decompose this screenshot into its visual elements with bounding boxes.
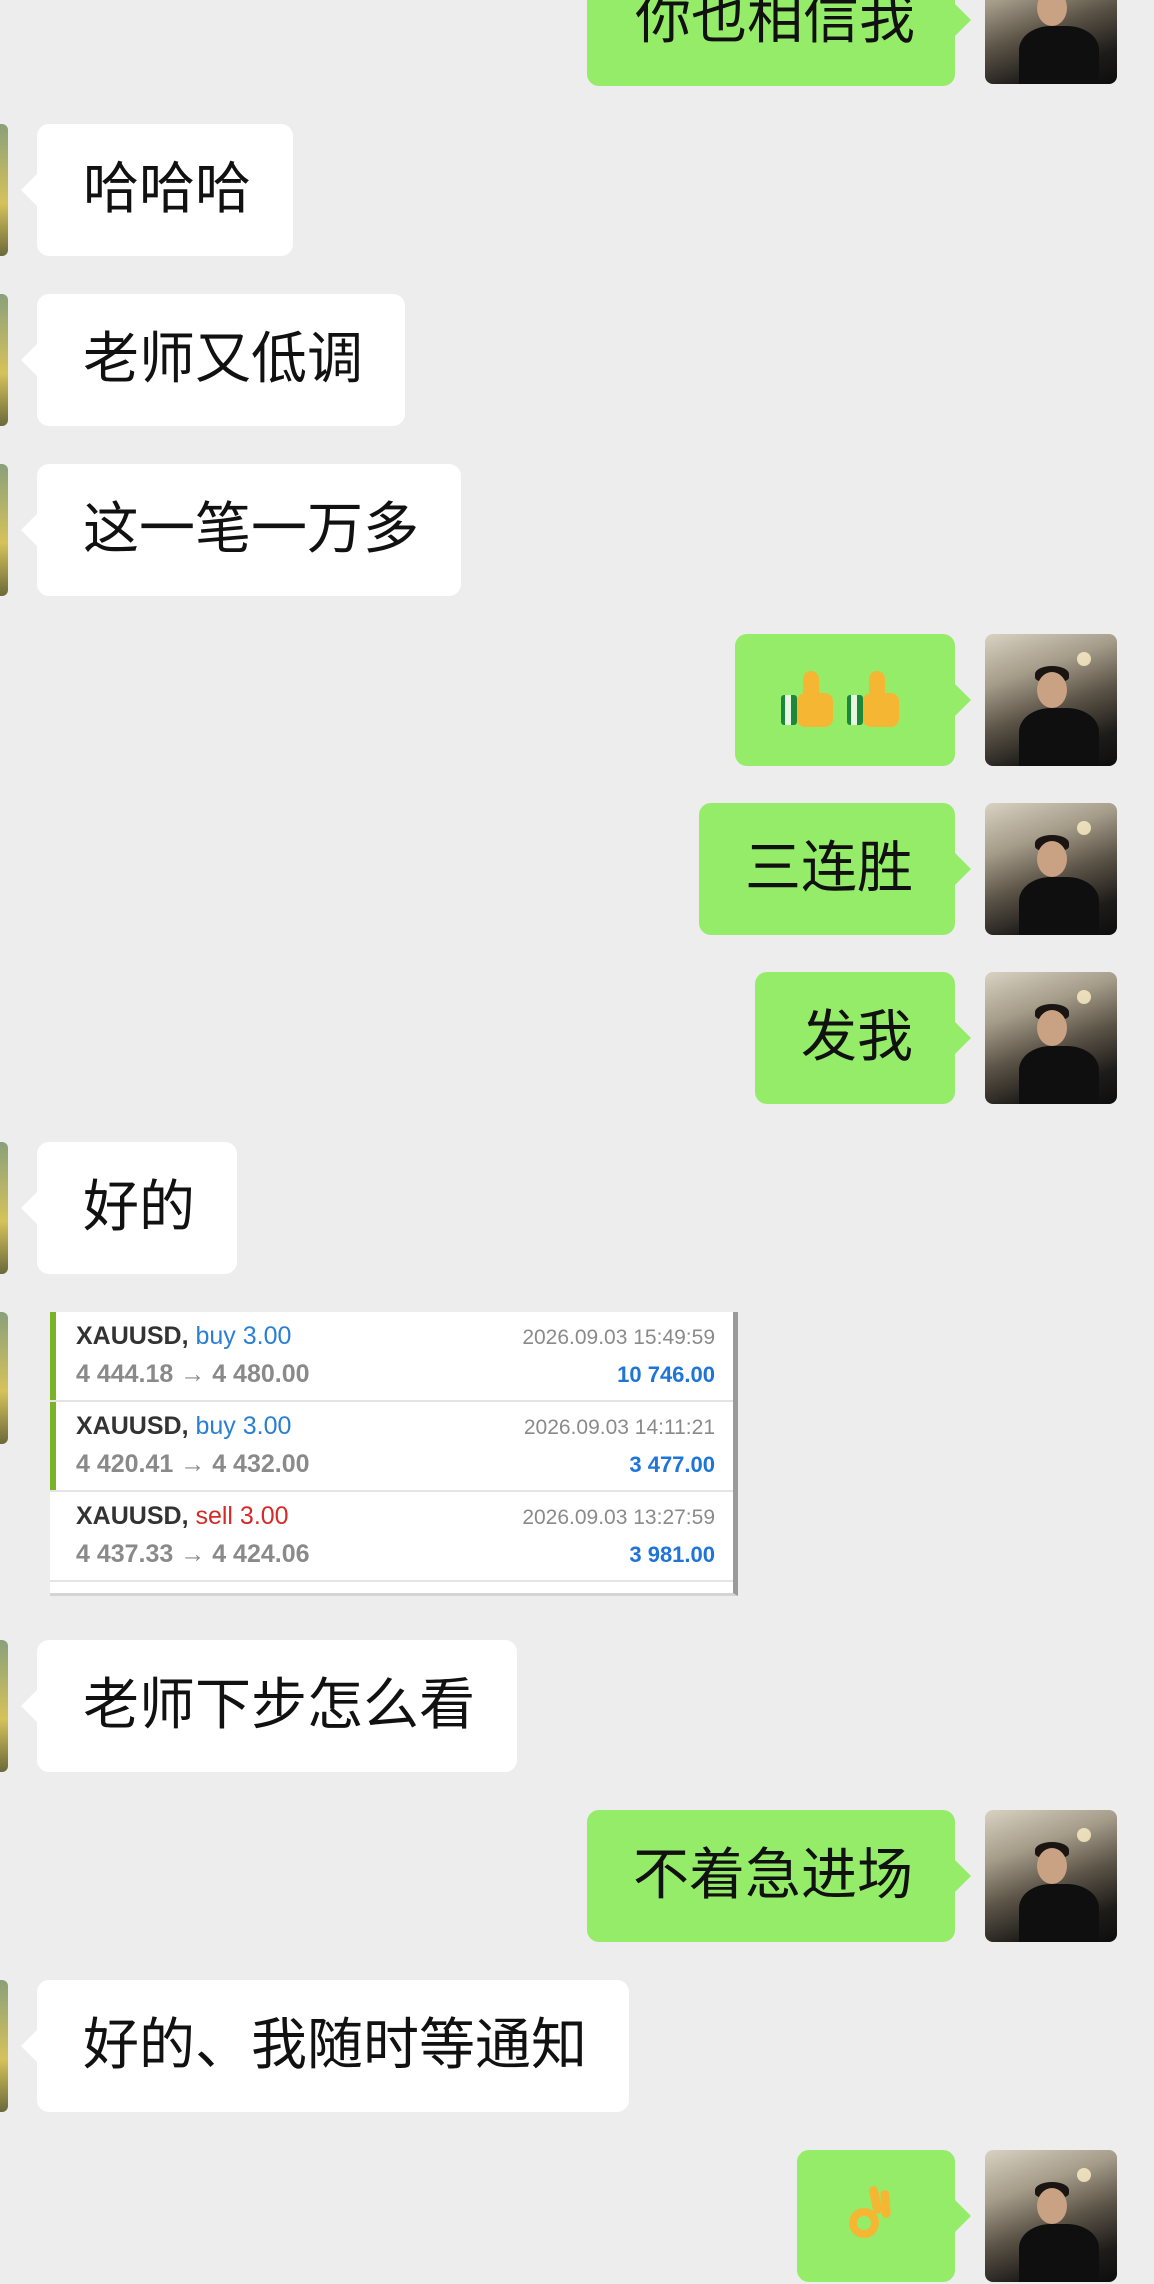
message-bubble-outgoing[interactable]: 你也相信我 xyxy=(587,0,971,86)
contact-avatar[interactable] xyxy=(0,124,8,256)
self-avatar[interactable] xyxy=(985,634,1117,766)
message-text: 这一笔一万多 xyxy=(83,497,419,562)
self-avatar[interactable] xyxy=(985,1810,1117,1942)
message-bubble-incoming[interactable]: 好的 xyxy=(21,1142,237,1274)
message-text: 你也相信我 xyxy=(635,0,915,52)
self-avatar[interactable] xyxy=(985,2150,1117,2282)
trade-time: 2026.09.03 13:27:59 xyxy=(522,1506,715,1529)
message-bubble-outgoing[interactable]: 不着急进场 xyxy=(587,1810,971,1942)
message-text: 不着急进场 xyxy=(633,1843,913,1908)
self-avatar[interactable] xyxy=(985,803,1117,935)
trade-row: XAUUSD, sell 3.00 4 437.33 → 4 424.06 20… xyxy=(50,1492,733,1582)
thumbs-up-icon xyxy=(847,671,905,729)
message-bubble-incoming[interactable]: 这一笔一万多 xyxy=(21,464,461,596)
trade-prices: 4 444.18 → 4 480.00 xyxy=(76,1360,310,1388)
message-text: 老师又低调 xyxy=(83,327,363,392)
contact-avatar[interactable] xyxy=(0,294,8,426)
message-bubble-outgoing[interactable] xyxy=(797,2150,971,2282)
message-bubble-outgoing[interactable]: 发我 xyxy=(755,972,971,1104)
message-bubble-incoming[interactable]: 老师下步怎么看 xyxy=(21,1640,517,1772)
trade-profit: 10 746.00 xyxy=(617,1362,715,1387)
message-bubble-outgoing[interactable] xyxy=(735,634,971,766)
thumbs-up-icon xyxy=(781,671,839,729)
ok-hand-icon xyxy=(845,2185,895,2246)
contact-avatar[interactable] xyxy=(0,464,8,596)
contact-avatar[interactable] xyxy=(0,1640,8,1772)
message-text: 发我 xyxy=(801,1005,913,1070)
message-bubble-incoming[interactable]: 好的、我随时等通知 xyxy=(21,1980,629,2112)
trade-time: 2026.09.03 15:49:59 xyxy=(522,1326,715,1349)
contact-avatar[interactable] xyxy=(0,1312,8,1444)
trade-time: 2026.09.03 14:11:21 xyxy=(523,1416,715,1439)
contact-avatar[interactable] xyxy=(0,1142,8,1274)
message-text: 哈哈哈 xyxy=(83,157,251,222)
trade-prices: 4 437.33 → 4 424.06 xyxy=(76,1540,310,1568)
self-avatar[interactable] xyxy=(985,0,1117,84)
trade-symbol: XAUUSD, xyxy=(76,1412,189,1440)
trade-direction: sell 3.00 xyxy=(195,1502,289,1530)
trade-history-image[interactable]: XAUUSD, buy 3.00 4 444.18 → 4 480.00 202… xyxy=(50,1312,738,1596)
message-text: 好的 xyxy=(83,1175,195,1240)
trade-direction: buy 3.00 xyxy=(195,1322,292,1350)
trade-direction: buy 3.00 xyxy=(195,1412,292,1440)
contact-avatar[interactable] xyxy=(0,1980,8,2112)
message-text: 好的、我随时等通知 xyxy=(83,2013,587,2078)
trade-symbol: XAUUSD, xyxy=(76,1502,189,1530)
trade-row: XAUUSD, buy 3.00 4 444.18 → 4 480.00 202… xyxy=(50,1312,733,1402)
trade-profit: 3 981.00 xyxy=(629,1542,715,1567)
self-avatar[interactable] xyxy=(985,972,1117,1104)
trade-profit: 3 477.00 xyxy=(629,1452,715,1477)
trade-row: XAUUSD, buy 3.00 4 420.41 → 4 432.00 202… xyxy=(50,1402,733,1492)
trade-symbol: XAUUSD, xyxy=(76,1322,189,1350)
trade-prices: 4 420.41 → 4 432.00 xyxy=(76,1450,310,1478)
message-bubble-incoming[interactable]: 哈哈哈 xyxy=(21,124,293,256)
message-bubble-outgoing[interactable]: 三连胜 xyxy=(699,803,971,935)
message-text: 老师下步怎么看 xyxy=(83,1673,475,1738)
message-text: 三连胜 xyxy=(745,836,913,901)
message-bubble-incoming[interactable]: 老师又低调 xyxy=(21,294,405,426)
